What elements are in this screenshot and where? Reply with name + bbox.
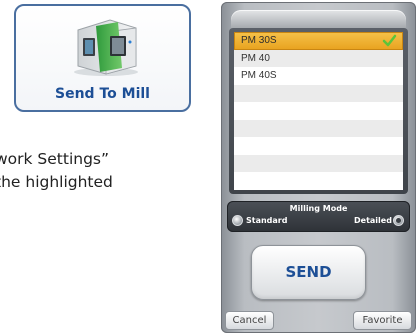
- cancel-button[interactable]: Cancel: [225, 311, 274, 330]
- list-item-label: PM 30S: [241, 35, 277, 46]
- list-item-label: PM 40S: [241, 70, 277, 81]
- milling-mode-group: Milling Mode Standard Detailed: [227, 201, 410, 232]
- detailed-label: Detailed: [354, 216, 392, 225]
- list-item-empty: [234, 102, 403, 120]
- list-item-empty: [234, 119, 403, 137]
- list-item-label: PM 40: [241, 52, 270, 64]
- list-item-pm-40[interactable]: PM 40: [234, 49, 403, 67]
- panel-header: [231, 10, 406, 30]
- favorite-button[interactable]: Favorite: [353, 311, 412, 330]
- send-to-mill-label: Send To Mill: [55, 86, 150, 102]
- standard-radio[interactable]: [232, 215, 243, 226]
- doc-text-line-1: work Settings”: [0, 150, 110, 168]
- send-button[interactable]: SEND: [251, 245, 366, 300]
- check-icon: [382, 34, 397, 47]
- standard-label: Standard: [246, 216, 288, 225]
- list-item-empty: [234, 137, 403, 155]
- list-item-empty: [234, 154, 403, 172]
- doc-text-line-2: the highlighted: [0, 173, 113, 191]
- material-list-frame: PM 30S PM 40 PM 40S: [229, 28, 408, 194]
- milling-machine-icon: [74, 19, 138, 76]
- list-item-empty: [234, 172, 403, 190]
- milling-mode-title: Milling Mode: [289, 204, 348, 213]
- detailed-radio[interactable]: [393, 215, 404, 226]
- list-item-pm-30s[interactable]: PM 30S: [234, 32, 403, 50]
- list-item-pm-40s[interactable]: PM 40S: [234, 67, 403, 85]
- send-to-mill-card[interactable]: Send To Mill: [14, 4, 191, 112]
- material-list[interactable]: PM 30S PM 40 PM 40S: [234, 32, 403, 190]
- mill-device-panel: PM 30S PM 40 PM 40S Milling Mode Standar…: [221, 2, 416, 333]
- list-item-empty: [234, 84, 403, 102]
